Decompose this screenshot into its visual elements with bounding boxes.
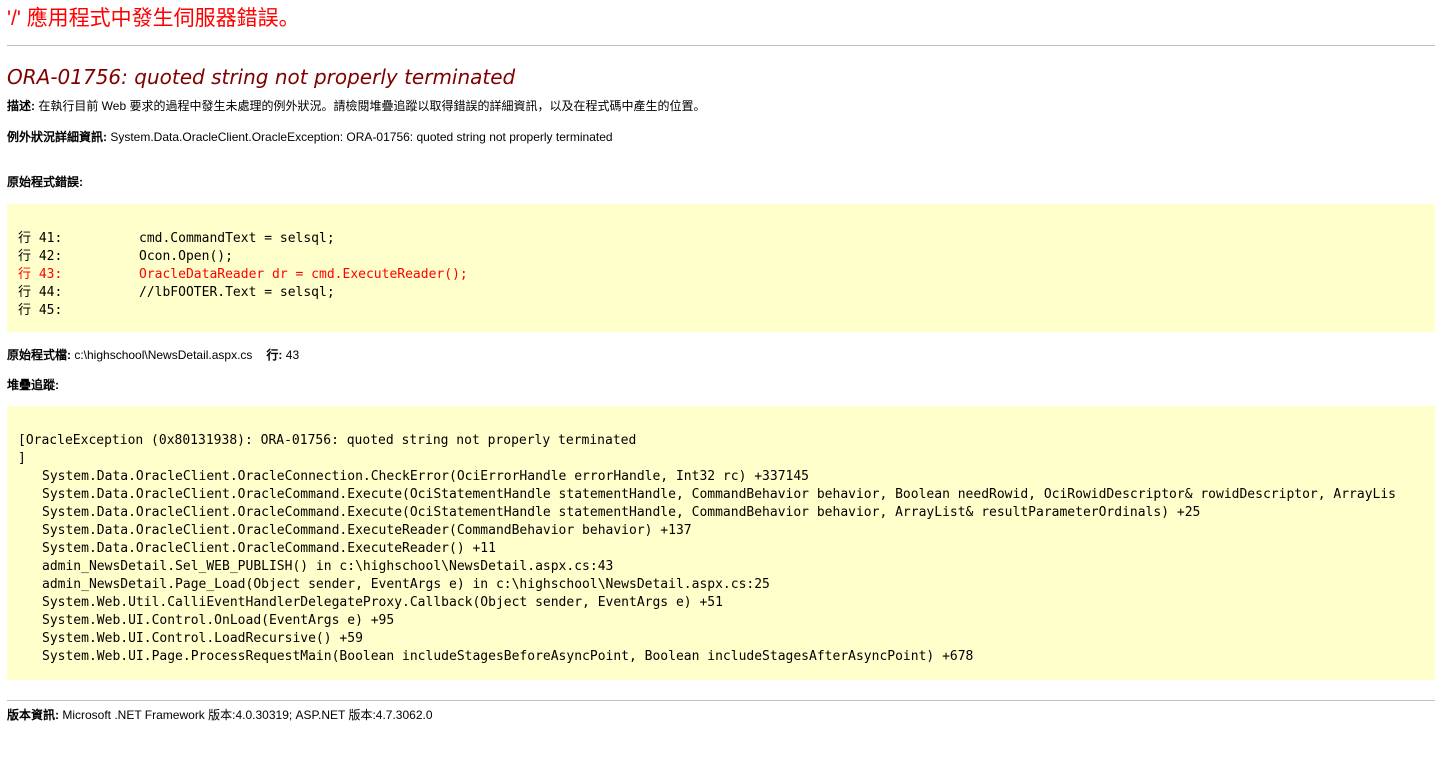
stack-close: ]: [18, 451, 26, 466]
description-text: 在執行目前 Web 要求的過程中發生未處理的例外狀況。請檢閱堆疊追蹤以取得錯誤的…: [38, 99, 706, 113]
code-line: 行 44: //lbFOOTER.Text = selsql;: [18, 284, 1435, 302]
stack-frame: admin_NewsDetail.Sel_WEB_PUBLISH() in c:…: [42, 559, 614, 574]
version-label: 版本資訊:: [7, 708, 59, 722]
source-file-path: c:\highschool\NewsDetail.aspx.cs: [74, 348, 253, 362]
stack-header: [OracleException (0x80131938): ORA-01756…: [18, 433, 637, 448]
description-label: 描述:: [7, 99, 35, 113]
divider: [7, 45, 1435, 46]
stack-frame: System.Data.OracleClient.OracleConnectio…: [42, 469, 810, 484]
source-file-label: 原始程式檔:: [7, 348, 71, 362]
line-number: 行 42:: [18, 249, 63, 264]
source-error-heading: 原始程式錯誤:: [7, 175, 1435, 189]
line-number: 行 45:: [18, 303, 63, 318]
line-code: Ocon.Open();: [139, 249, 233, 264]
line-code: OracleDataReader dr = cmd.ExecuteReader(…: [139, 267, 468, 282]
source-code-block: 行 41: cmd.CommandText = selsql; 行 42: Ocon.…: [7, 204, 1435, 332]
stack-trace-heading: 堆疊追蹤:: [7, 378, 1435, 392]
version-info: 版本資訊: Microsoft .NET Framework 版本:4.0.30…: [7, 708, 1435, 722]
stack-frame: System.Web.UI.Control.OnLoad(EventArgs e…: [42, 613, 395, 628]
line-number: 行 41:: [18, 231, 63, 246]
stack-trace: [OracleException (0x80131938): ORA-01756…: [18, 432, 1435, 666]
description: 描述: 在執行目前 Web 要求的過程中發生未處理的例外狀況。請檢閱堆疊追蹤以取…: [7, 99, 1435, 113]
exception-label: 例外狀況詳細資訊:: [7, 130, 107, 144]
divider: [7, 700, 1435, 701]
line-label: 行:: [266, 348, 283, 362]
stack-frame: System.Web.Util.CalliEventHandlerDelegat…: [42, 595, 723, 610]
exception-text: System.Data.OracleClient.OracleException…: [110, 130, 613, 144]
line-number: 行 43:: [18, 267, 63, 282]
stack-frame: System.Data.OracleClient.OracleCommand.E…: [42, 487, 1397, 502]
app-error-title: '/' 應用程式中發生伺服器錯誤。: [7, 7, 300, 30]
version-text: Microsoft .NET Framework 版本:4.0.30319; A…: [62, 708, 433, 722]
stack-frame: admin_NewsDetail.Page_Load(Object sender…: [42, 577, 770, 592]
source-file-info: 原始程式檔: c:\highschool\NewsDetail.aspx.cs 行…: [7, 348, 1435, 362]
source-code: 行 41: cmd.CommandText = selsql; 行 42: Ocon.…: [18, 230, 1435, 320]
stack-frame: System.Data.OracleClient.OracleCommand.E…: [42, 541, 496, 556]
line-code: cmd.CommandText = selsql;: [139, 231, 335, 246]
code-line: 行 41: cmd.CommandText = selsql;: [18, 230, 1435, 248]
stack-frame: System.Data.OracleClient.OracleCommand.E…: [42, 505, 1201, 520]
line-number: 行 44:: [18, 285, 63, 300]
line-code: //lbFOOTER.Text = selsql;: [139, 285, 335, 300]
line-number-value: 43: [285, 348, 300, 362]
stack-trace-block: [OracleException (0x80131938): ORA-01756…: [7, 406, 1435, 680]
error-page: '/' 應用程式中發生伺服器錯誤。 ORA-01756: quoted stri…: [0, 0, 1435, 722]
stack-frame: System.Web.UI.Page.ProcessRequestMain(Bo…: [42, 649, 974, 664]
error-message-title: ORA-01756: quoted string not properly te…: [7, 65, 516, 89]
exception-details: 例外狀況詳細資訊: System.Data.OracleClient.Oracl…: [7, 130, 1435, 144]
code-line-error: 行 43: OracleDataReader dr = cmd.ExecuteRe…: [18, 266, 1435, 284]
code-line: 行 45:: [18, 302, 1435, 320]
code-line: 行 42: Ocon.Open();: [18, 248, 1435, 266]
stack-trace-label: 堆疊追蹤:: [7, 378, 59, 392]
stack-frame: System.Data.OracleClient.OracleCommand.E…: [42, 523, 692, 538]
source-error-label: 原始程式錯誤:: [7, 175, 83, 189]
stack-frame: System.Web.UI.Control.LoadRecursive() +5…: [42, 631, 363, 646]
